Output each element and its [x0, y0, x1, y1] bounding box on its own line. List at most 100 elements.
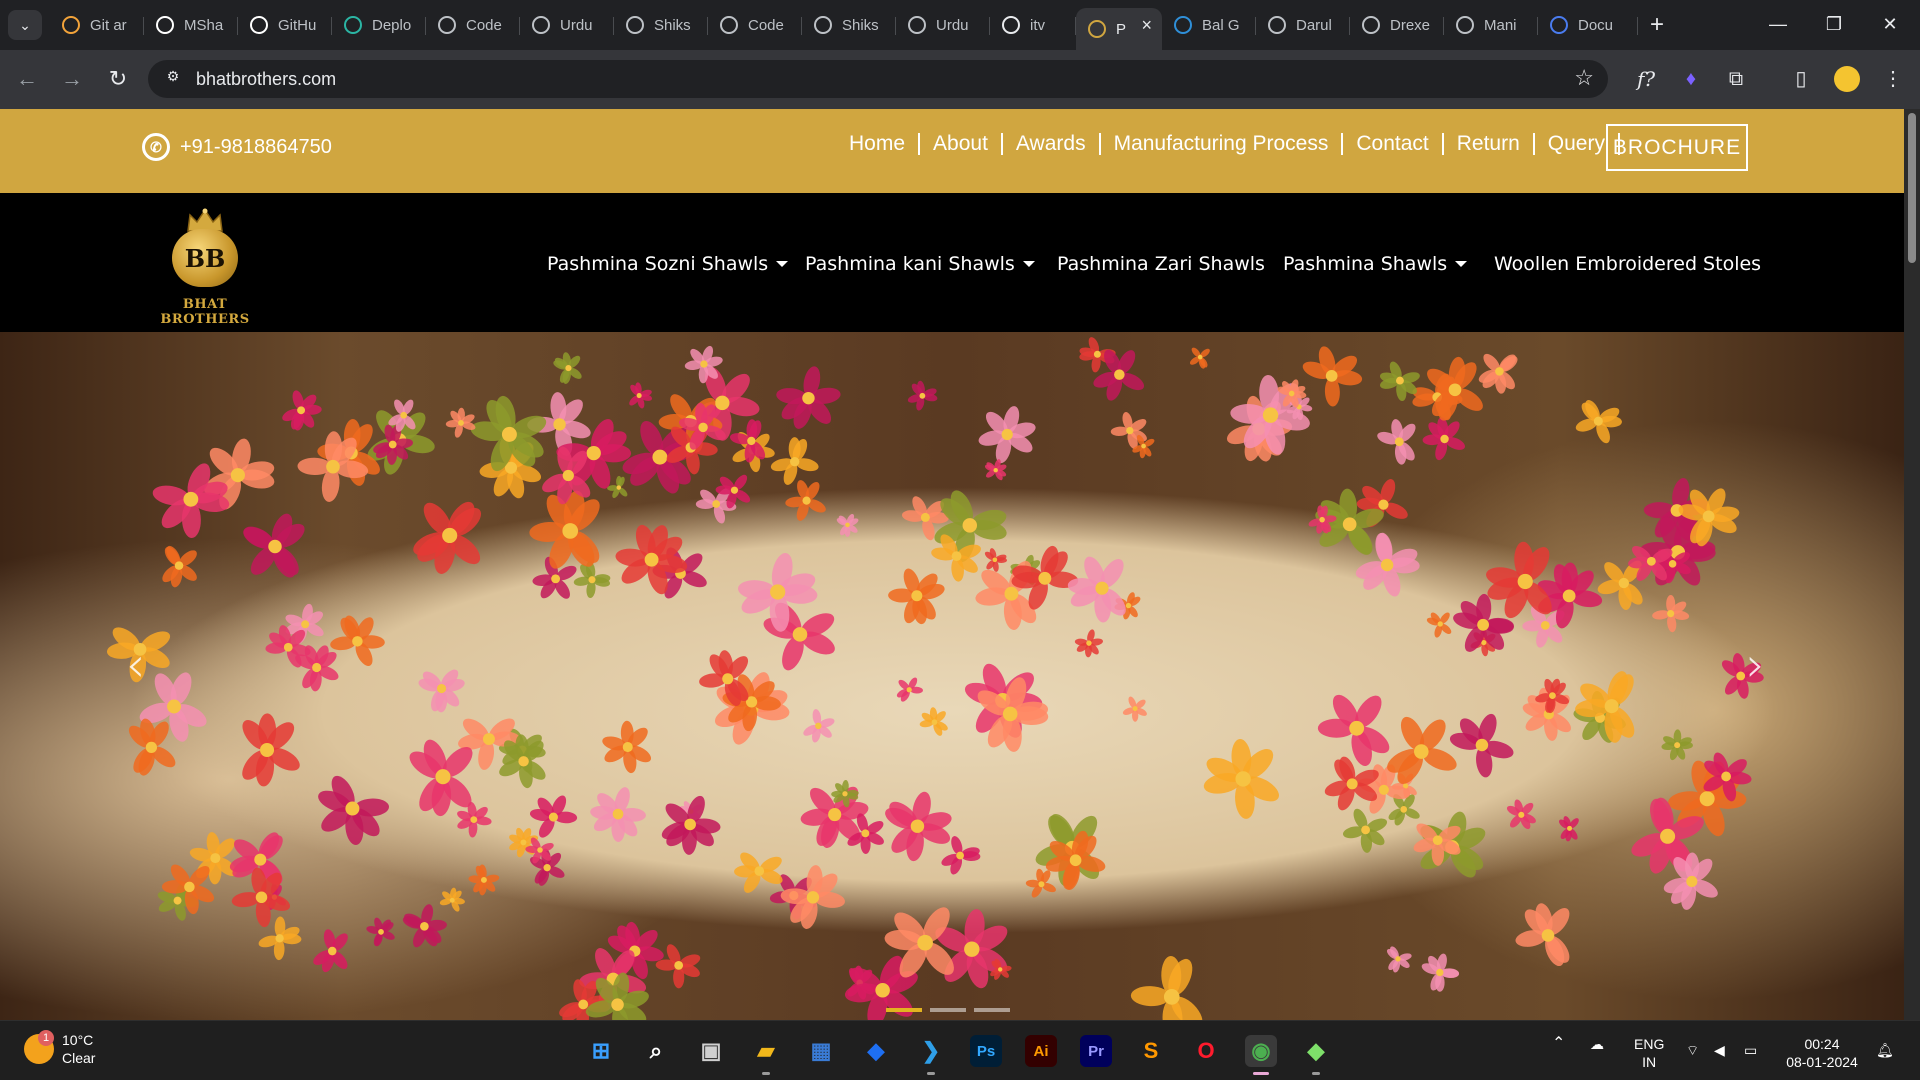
new-tab-button[interactable]: + [1650, 10, 1664, 40]
browser-tab[interactable]: Git ar [50, 8, 144, 42]
top-link-home[interactable]: Home [849, 133, 921, 155]
embroidery-flower [1652, 594, 1690, 633]
top-link-awards[interactable]: Awards [1003, 133, 1101, 155]
show-hidden-icons-chevron[interactable]: ⌃ [1552, 1035, 1565, 1053]
premiere-icon[interactable]: Pr [1080, 1035, 1112, 1067]
embroidery-flower [655, 944, 701, 989]
dropbox-icon[interactable]: ◆ [860, 1035, 892, 1067]
vscode-icon[interactable]: ❯ [915, 1035, 947, 1067]
browser-tab[interactable]: itv [990, 8, 1076, 42]
site-top-bar: ✆ +91-9818864750 Home About Awards Manufact… [0, 109, 1904, 193]
embroidery-flower [1317, 694, 1390, 767]
carousel-indicator[interactable] [974, 1008, 1010, 1012]
top-links: Home About Awards Manufacturing Process Cont… [849, 133, 1620, 155]
chrome-menu-icon[interactable]: ⋮ [1878, 64, 1908, 94]
language-indicator[interactable]: ENG IN [1634, 1035, 1664, 1071]
browser-tab[interactable]: Code [708, 8, 802, 42]
volume-icon[interactable]: ◀ [1714, 1041, 1725, 1059]
search-icon[interactable]: ⌕ [640, 1035, 672, 1067]
browser-tab[interactable]: Drexe [1350, 8, 1444, 42]
menu-item[interactable]: Pashmina Shawls [1283, 249, 1468, 279]
close-window-button[interactable]: ✕ [1870, 8, 1910, 40]
forward-button[interactable]: → [55, 64, 89, 94]
browser-tab[interactable]: Urdu [520, 8, 614, 42]
tab-search-button[interactable]: ⌄ [8, 10, 42, 40]
bhat-brothers-logo[interactable]: BB BHAT BROTHERS [140, 207, 270, 327]
top-link-contact[interactable]: Contact [1343, 133, 1444, 155]
carousel-next-icon[interactable]: › [1746, 637, 1765, 693]
page-scrollbar[interactable] [1904, 109, 1920, 1020]
start-icon[interactable]: ⊞ [585, 1035, 617, 1067]
brochure-button[interactable]: BROCHURE [1606, 124, 1748, 171]
embroidery-flower [318, 775, 390, 846]
wifi-icon[interactable]: ⌔ [1686, 1041, 1699, 1059]
browser-tab[interactable]: Deplo [332, 8, 426, 42]
carousel-indicator[interactable] [930, 1008, 966, 1012]
close-tab-icon[interactable]: × [1141, 15, 1152, 36]
top-link-about[interactable]: About [920, 133, 1003, 155]
sublime-icon[interactable]: S [1135, 1035, 1167, 1067]
address-bar[interactable]: ⚙ bhatbrothers.com ☆ [148, 60, 1608, 98]
menu-item[interactable]: Pashmina Zari Shawls [1057, 249, 1265, 279]
browser-tab[interactable]: Darul [1256, 8, 1350, 42]
notification-bell-icon[interactable]: 🔔︎ [1876, 1041, 1894, 1059]
browser-tab[interactable]: Urdu [896, 8, 990, 42]
weather-desc: Clear [62, 1050, 96, 1066]
onedrive-icon[interactable]: ☁ [1590, 1035, 1604, 1053]
browser-tab[interactable]: Docu [1538, 8, 1638, 42]
git-icon[interactable]: ◆ [1300, 1035, 1332, 1067]
extensions-puzzle-icon[interactable]: ⧉ [1721, 64, 1751, 94]
opera-icon[interactable]: O [1190, 1035, 1222, 1067]
restore-button[interactable]: ❐ [1814, 8, 1854, 40]
back-button[interactable]: ← [10, 64, 44, 94]
battery-icon[interactable]: ▭ [1744, 1041, 1757, 1059]
browser-tab[interactable]: Shiks [614, 8, 708, 42]
embroidery-flower [413, 501, 482, 574]
browser-tab[interactable]: GitHu [238, 8, 332, 42]
browser-tab[interactable]: MSha [144, 8, 238, 42]
browser-tab[interactable]: Mani [1444, 8, 1538, 42]
carousel-indicator[interactable] [886, 1008, 922, 1012]
illustrator-icon[interactable]: Ai [1025, 1035, 1057, 1067]
browser-tab[interactable]: P × [1076, 8, 1162, 50]
carousel-prev-icon[interactable]: ‹ [126, 637, 145, 693]
scrollbar-thumb[interactable] [1908, 113, 1916, 263]
brand-name: BHAT BROTHERS [160, 297, 250, 327]
browser-tab-strip: ⌄ Git ar MSha GitHu Deplo Code Urdu Shiks Code S… [0, 0, 1920, 50]
menu-item[interactable]: Pashmina kani Shawls [805, 249, 1035, 279]
url-text[interactable]: bhatbrothers.com [196, 69, 336, 90]
clock[interactable]: 00:24 08-01-2024 [1784, 1035, 1860, 1071]
tab-title: Docu [1578, 16, 1614, 34]
reload-button[interactable]: ↻ [101, 64, 135, 94]
embroidery-flower [836, 513, 859, 537]
embroidery-flower [1130, 955, 1203, 1020]
globe-icon [720, 16, 738, 34]
tab-title: Urdu [936, 16, 969, 34]
side-panel-icon[interactable]: ▯ [1786, 64, 1816, 94]
weather-widget[interactable]: 1 10°C Clear [24, 1030, 96, 1067]
windows-taskbar: 1 10°C Clear ⊞ ⌕ ▣ ▰ ▦ ◆ ❯ Ps Ai Pr S O ◉ ◆ ⌃ ☁ ENG I… [0, 1020, 1920, 1080]
globe-icon [532, 16, 550, 34]
browser-tab[interactable]: Bal G [1162, 8, 1256, 42]
embroidery-flower [1426, 612, 1452, 638]
browser-tab[interactable]: Shiks [802, 8, 896, 42]
file-explorer-icon[interactable]: ▰ [750, 1035, 782, 1067]
chrome-icon[interactable]: ◉ [1245, 1035, 1277, 1067]
flame-extension-icon[interactable]: ♦ [1676, 64, 1706, 94]
task-view-icon[interactable]: ▣ [695, 1035, 727, 1067]
top-link-manufacturing-process[interactable]: Manufacturing Process [1101, 133, 1344, 155]
bookmark-star-icon[interactable]: ☆ [1574, 65, 1594, 91]
menu-item[interactable]: Woollen Embroidered Stoles [1494, 249, 1761, 279]
fx-extension-icon[interactable]: f? [1631, 64, 1661, 94]
menu-item[interactable]: Pashmina Sozni Shawls [547, 249, 789, 279]
top-link-return[interactable]: Return [1444, 133, 1535, 155]
contact-phone[interactable]: ✆ +91-9818864750 [142, 133, 332, 161]
browser-tab[interactable]: Code [426, 8, 520, 42]
globe-icon [1456, 16, 1474, 34]
photoshop-icon[interactable]: Ps [970, 1035, 1002, 1067]
minimize-button[interactable]: — [1758, 8, 1798, 40]
menu-item-label: Pashmina Sozni Shawls [547, 253, 769, 275]
store-icon[interactable]: ▦ [805, 1035, 837, 1067]
site-info-icon[interactable]: ⚙ [162, 68, 184, 90]
profile-avatar[interactable] [1834, 66, 1860, 92]
